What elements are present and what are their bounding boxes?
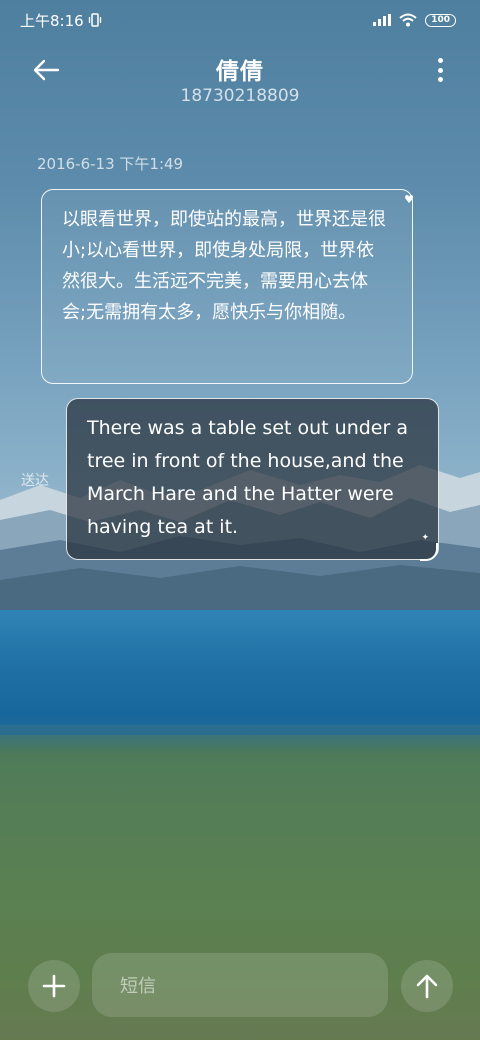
heart-icon: ♥	[404, 193, 414, 206]
status-bar: 上午8:16 100	[0, 0, 480, 40]
battery-indicator: 100	[425, 13, 456, 27]
message-text: 以眼看世界，即使站的最高，世界还是很小;以心看世界，即使身处局限，世界依然很大。…	[62, 209, 386, 323]
outgoing-message-bubble[interactable]: There was a table set out under a tree i…	[66, 398, 439, 561]
shoreline	[0, 725, 480, 755]
add-attachment-button[interactable]	[28, 960, 80, 1012]
contact-name: 倩倩	[216, 59, 264, 85]
message-input-placeholder: 短信	[120, 976, 156, 997]
delivery-status: 送达	[21, 473, 49, 489]
more-vertical-icon	[437, 58, 443, 63]
plus-icon	[42, 974, 66, 998]
signal-icon	[373, 14, 392, 26]
message-input[interactable]: 短信	[92, 953, 388, 1017]
wifi-icon	[399, 13, 417, 27]
more-options-button[interactable]	[430, 56, 450, 84]
arrow-up-icon	[416, 974, 438, 999]
message-timestamp: 2016-6-13 下午1:49	[37, 155, 184, 173]
send-button[interactable]	[401, 960, 453, 1012]
message-text: There was a table set out under a tree i…	[87, 417, 408, 538]
status-right: 100	[373, 13, 456, 27]
status-left: 上午8:16	[20, 10, 102, 31]
contact-phone-number: 18730218809	[180, 86, 300, 106]
incoming-message-bubble[interactable]: 以眼看世界，即使站的最高，世界还是很小;以心看世界，即使身处局限，世界依然很大。…	[41, 189, 414, 384]
conversation-header: 倩倩 18730218809	[0, 44, 480, 114]
status-time: 上午8:16	[20, 11, 84, 30]
vibrate-icon	[88, 13, 101, 27]
